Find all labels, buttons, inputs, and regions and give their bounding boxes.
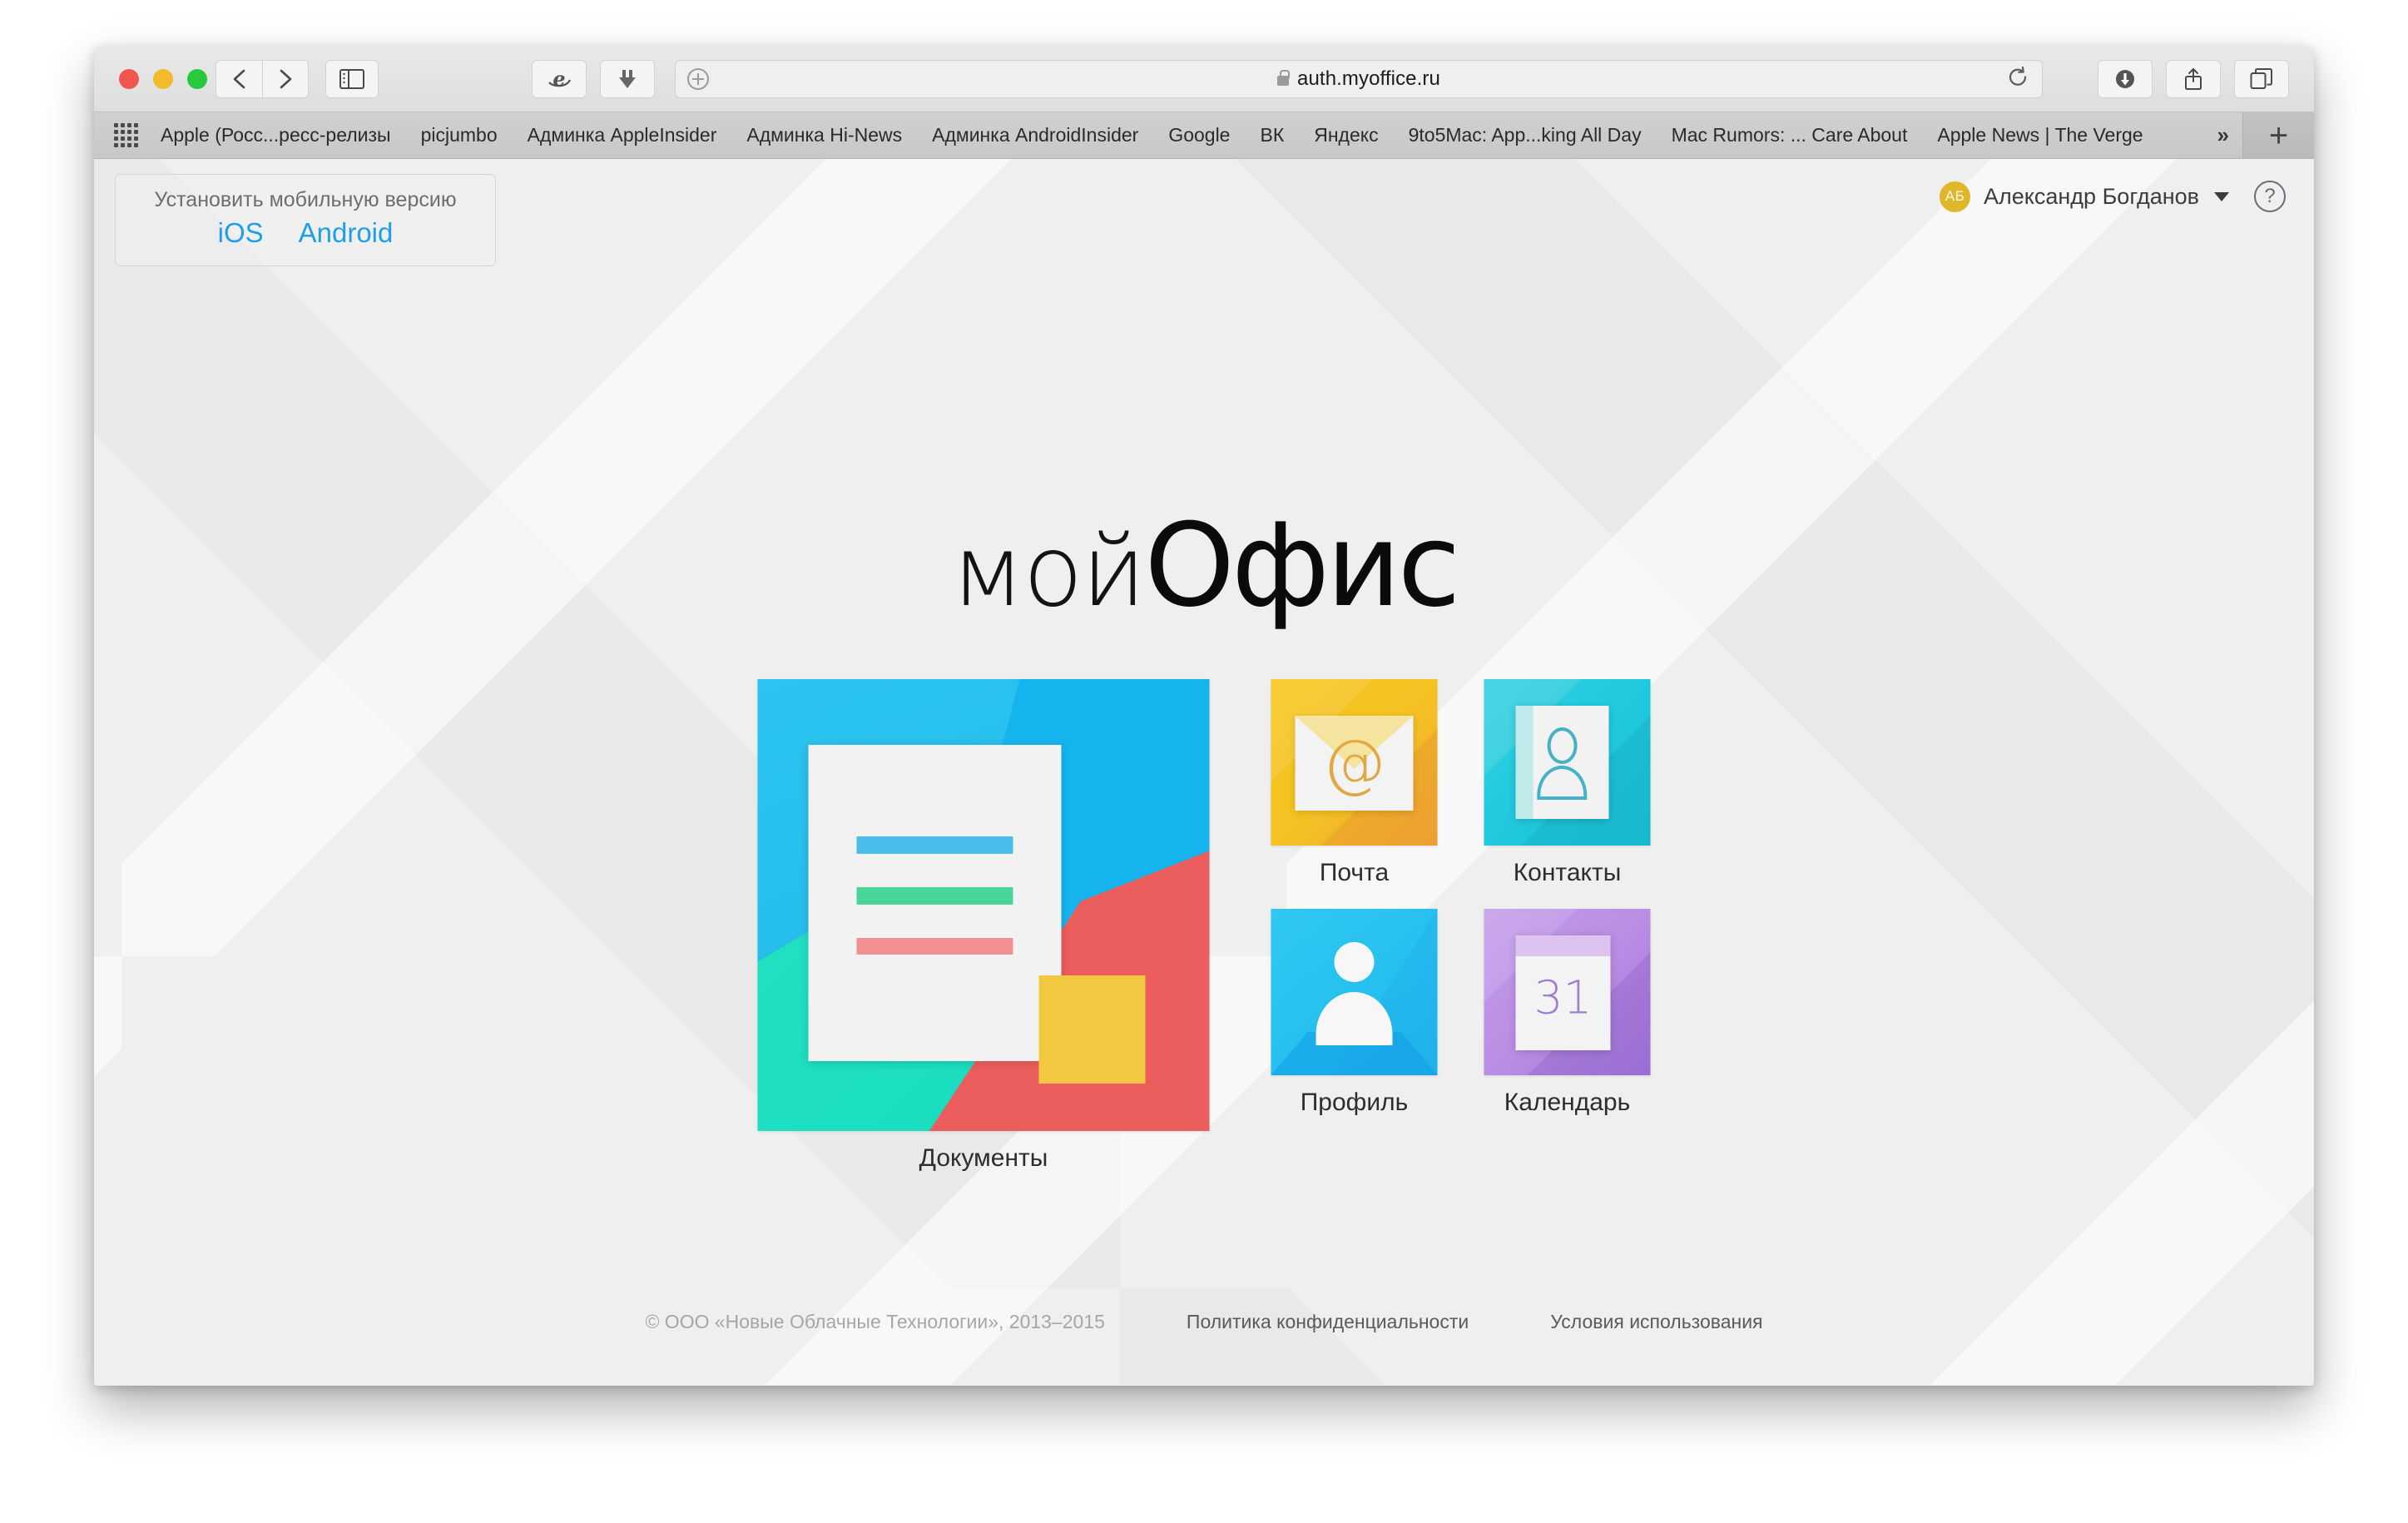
mail-icon[interactable]: @	[1271, 679, 1438, 846]
add-icon[interactable]	[687, 67, 709, 90]
browser-toolbar: e auth.myoffice.ru	[94, 46, 2314, 112]
tab-overview-button[interactable]	[2234, 59, 2289, 98]
close-window-button[interactable]	[119, 68, 139, 89]
app-contacts[interactable]: Контакты	[1484, 679, 1651, 887]
app-profile[interactable]: Профиль	[1271, 909, 1438, 1117]
contacts-person-head	[1547, 727, 1578, 764]
share-button[interactable]	[2166, 59, 2221, 98]
svg-text:e: e	[552, 67, 565, 91]
browser-window: e auth.myoffice.ru Apple (Росс...ресс-ре…	[94, 46, 2314, 1386]
bookmark-item[interactable]: Админка AndroidInsider	[932, 124, 1138, 146]
calendar-day-number: 31	[1533, 970, 1593, 1024]
contacts-card	[1515, 706, 1609, 819]
show-sidebar-button[interactable]	[325, 59, 379, 98]
bookmark-item[interactable]: Apple News | The Verge	[1937, 124, 2143, 146]
page-title: мойОфис	[94, 508, 2314, 623]
install-mobile-links: iOS Android	[116, 217, 495, 249]
page-footer: © ООО «Новые Облачные Технологии», 2013–…	[94, 1311, 2314, 1333]
address-bar-content: auth.myoffice.ru	[1277, 67, 1440, 91]
at-sign-icon: @	[1322, 726, 1386, 800]
bookmark-item[interactable]: Google	[1168, 124, 1230, 146]
documents-line-green	[856, 886, 1013, 905]
toolbar-right-buttons	[2098, 59, 2289, 98]
install-ios-link[interactable]: iOS	[218, 217, 264, 249]
bookmark-item[interactable]: Apple (Росс...ресс-релизы	[161, 124, 391, 146]
bookmark-item[interactable]: Mac Rumors: ... Care About	[1672, 124, 1908, 146]
internet-explorer-icon: e	[547, 67, 572, 91]
back-icon	[231, 68, 248, 90]
window-traffic-lights	[119, 68, 207, 89]
bookmark-item[interactable]: Админка Hi-News	[746, 124, 902, 146]
lock-icon	[1277, 69, 1291, 86]
tab-overview-icon	[2250, 67, 2273, 90]
install-android-link[interactable]: Android	[299, 217, 394, 249]
mail-envelope: @	[1295, 716, 1414, 811]
small-app-row-bottom: Профиль 31 Календарь	[1271, 909, 1651, 1117]
url-text: auth.myoffice.ru	[1297, 67, 1440, 90]
calendar-sheet: 31	[1515, 935, 1611, 1050]
copyright-text: © ООО «Новые Облачные Технологии», 2013–…	[645, 1311, 1105, 1332]
app-calendar-label: Календарь	[1504, 1089, 1631, 1116]
bookmark-item[interactable]: picjumbo	[421, 124, 498, 146]
downloads-button[interactable]	[2098, 59, 2153, 98]
documents-fold-yellow	[1038, 975, 1146, 1084]
back-button[interactable]	[216, 59, 262, 98]
small-app-column: @ Почта Контакты Профиль 31 Календарь	[1271, 679, 1651, 1117]
bookmarks-overflow-button[interactable]: »	[2202, 112, 2242, 158]
forward-button[interactable]	[262, 59, 309, 98]
contacts-person-body	[1537, 766, 1588, 800]
app-documents[interactable]: Документы	[757, 679, 1210, 1173]
install-mobile-title: Установить мобильную версию	[154, 188, 457, 211]
contacts-icon[interactable]	[1484, 679, 1651, 846]
new-tab-button[interactable]: +	[2242, 112, 2314, 158]
app-calendar[interactable]: 31 Календарь	[1484, 909, 1651, 1117]
install-mobile-box: Установить мобильную версию iOS Android	[115, 174, 496, 266]
apps-grid-icon[interactable]	[114, 122, 139, 148]
terms-of-use-link[interactable]: Условия использования	[1550, 1311, 1762, 1333]
internet-explorer-extension-button[interactable]: e	[532, 59, 587, 98]
app-contacts-label: Контакты	[1513, 859, 1622, 886]
account-name: Александр Богданов	[1983, 183, 2199, 209]
documents-line-red	[856, 937, 1013, 955]
documents-line-blue	[856, 836, 1013, 854]
downloads-icon	[2113, 67, 2138, 92]
app-grid: Документы @ Почта Контакты Профиль 31 Ка…	[757, 679, 1651, 1173]
avatar: АБ	[1939, 181, 1970, 212]
calendar-top-bar	[1515, 935, 1611, 956]
contacts-card-spine	[1515, 706, 1533, 819]
app-mail[interactable]: @ Почта	[1271, 679, 1438, 887]
reload-button[interactable]	[2007, 66, 2029, 92]
account-menu[interactable]: АБ Александр Богданов ?	[1939, 181, 2286, 212]
app-profile-label: Профиль	[1300, 1089, 1409, 1116]
download-manager-button[interactable]	[600, 59, 655, 98]
profile-icon[interactable]	[1271, 909, 1438, 1075]
download-arrow-icon	[616, 67, 639, 91]
zoom-window-button[interactable]	[187, 68, 207, 89]
bookmarks-bar: Apple (Росс...ресс-релизы picjumbo Админ…	[94, 112, 2314, 159]
bookmark-item[interactable]: Яндекс	[1314, 124, 1378, 146]
logo-thin-part: мой	[950, 513, 1146, 628]
app-documents-label: Документы	[919, 1144, 1048, 1172]
forward-icon	[277, 68, 294, 90]
page-content: Установить мобильную версию iOS Android …	[94, 159, 2314, 1385]
small-app-row-top: @ Почта Контакты	[1271, 679, 1651, 887]
share-icon	[2183, 67, 2204, 92]
app-mail-label: Почта	[1319, 859, 1390, 886]
privacy-policy-link[interactable]: Политика конфиденциальности	[1187, 1311, 1469, 1333]
bookmark-item[interactable]: Админка AppleInsider	[528, 124, 717, 146]
documents-sheet	[808, 744, 1062, 1061]
minimize-window-button[interactable]	[153, 68, 173, 89]
chevron-down-icon[interactable]	[2214, 191, 2229, 201]
logo-bold-part: Офис	[1144, 499, 1460, 633]
bookmark-item[interactable]: 9to5Mac: App...king All Day	[1409, 124, 1642, 146]
address-bar[interactable]: auth.myoffice.ru	[675, 59, 2043, 98]
bookmark-item[interactable]: ВК	[1260, 124, 1284, 146]
profile-person-head	[1334, 942, 1375, 982]
documents-icon[interactable]	[757, 679, 1210, 1131]
calendar-icon[interactable]: 31	[1484, 909, 1651, 1075]
sidebar-icon	[339, 68, 364, 89]
help-icon[interactable]: ?	[2254, 181, 2286, 212]
